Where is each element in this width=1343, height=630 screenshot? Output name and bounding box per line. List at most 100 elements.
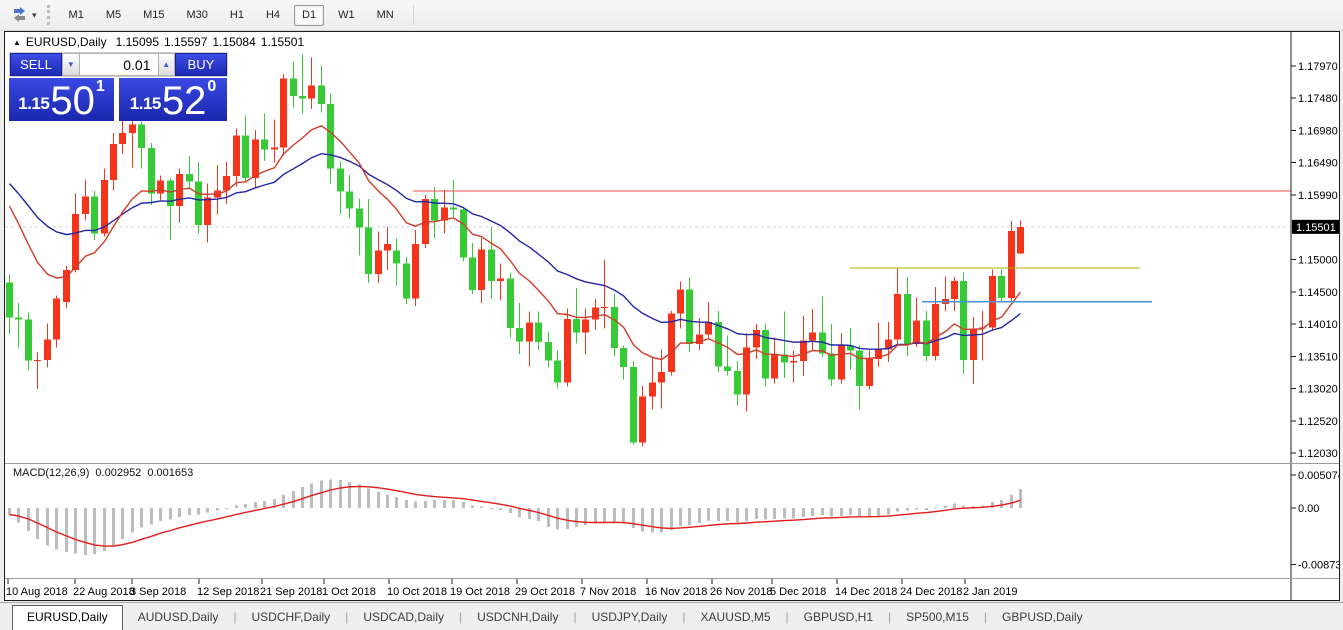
candle-body — [478, 250, 485, 290]
candle-body — [242, 136, 249, 178]
macd-histogram-bar — [896, 508, 899, 511]
macd-histogram-bar — [830, 508, 833, 516]
macd-histogram-bar — [792, 508, 795, 518]
volume-input[interactable] — [80, 53, 158, 76]
macd-histogram-bar — [717, 508, 720, 521]
tab-eurusd-daily[interactable]: EURUSD,Daily — [12, 605, 123, 630]
date-axis-label: 22 Aug 2018 — [73, 586, 135, 598]
price-axis-label: 1.12520 — [1298, 416, 1338, 428]
macd-histogram-bar — [925, 508, 928, 510]
toolbar-dropdown-caret-icon[interactable]: ▾ — [32, 10, 37, 21]
candle-body — [705, 322, 712, 334]
price-axis-label: 1.16980 — [1298, 126, 1338, 138]
macd-histogram-bar — [377, 492, 380, 508]
candle-body — [800, 340, 807, 361]
candle-body — [753, 330, 760, 348]
candle-body — [771, 355, 778, 379]
macd-histogram-bar — [320, 481, 323, 508]
macd-histogram-bar — [660, 508, 663, 533]
macd-histogram-bar — [944, 505, 947, 508]
macd-histogram-bar — [934, 507, 937, 508]
macd-histogram-bar — [915, 508, 918, 509]
candle-body — [308, 86, 315, 99]
macd-histogram-bar — [868, 508, 871, 516]
candle-body — [393, 250, 400, 263]
candle-body — [724, 366, 731, 371]
sell-button[interactable]: SELL — [10, 53, 62, 76]
date-axis-label: 5 Dec 2018 — [770, 586, 826, 598]
candle-body — [573, 319, 580, 333]
chart-collapse-icon[interactable]: ▲ — [13, 38, 21, 47]
timeframe-button-m5[interactable]: M5 — [98, 5, 129, 26]
macd-histogram-bar — [1010, 495, 1013, 508]
candle-body — [469, 258, 476, 291]
buy-price-display[interactable]: 1.15 52 0 — [119, 78, 227, 121]
tab-usdcad-daily[interactable]: USDCAD,Daily — [348, 606, 459, 629]
candle-body — [318, 86, 325, 104]
timeframe-button-m30[interactable]: M30 — [179, 5, 216, 26]
timeframe-button-w1[interactable]: W1 — [330, 5, 363, 26]
price-axis-label: 1.15000 — [1298, 254, 1338, 266]
timeframe-button-mn[interactable]: MN — [369, 5, 402, 26]
date-axis-label: 21 Sep 2018 — [260, 586, 322, 598]
timeframe-button-h1[interactable]: H1 — [222, 5, 252, 26]
candle-body — [346, 192, 353, 209]
candle-body — [44, 340, 51, 360]
buy-price-sup: 0 — [207, 78, 216, 96]
macd-main-value: 0.002952 — [95, 467, 141, 479]
macd-histogram-bar — [358, 485, 361, 508]
tab-gbpusd-h1[interactable]: GBPUSD,H1 — [789, 606, 888, 629]
timeframe-button-m15[interactable]: M15 — [135, 5, 172, 26]
tab-usdjpy-daily[interactable]: USDJPY,Daily — [577, 606, 683, 629]
timeframe-button-d1[interactable]: D1 — [294, 5, 324, 26]
candle-body — [72, 214, 79, 270]
macd-histogram-bar — [764, 508, 767, 520]
candle-body — [167, 181, 174, 206]
chart-symbol-label: EURUSD,Daily — [26, 35, 107, 49]
sell-price-display[interactable]: 1.15 50 1 — [9, 78, 114, 121]
tab-sp500-m15[interactable]: SP500,M15 — [891, 606, 984, 629]
tab-audusd-daily[interactable]: AUDUSD,Daily — [123, 606, 234, 629]
macd-histogram-bar — [414, 502, 417, 509]
candle-body — [554, 360, 561, 382]
macd-histogram-bar — [679, 508, 682, 526]
candle-body — [403, 263, 410, 298]
price-axis-label: 1.12030 — [1298, 448, 1338, 460]
candle-body — [280, 78, 287, 147]
chart-window[interactable]: ▲ EURUSD,Daily 1.15095 1.15597 1.15084 1… — [4, 31, 1340, 601]
timeframe-button-h4[interactable]: H4 — [258, 5, 288, 26]
candle-body — [365, 228, 372, 274]
chart-arrows-icon[interactable] — [8, 5, 32, 25]
toolbar-grip-handle[interactable] — [47, 5, 50, 25]
candle-body — [290, 78, 297, 96]
macd-histogram-bar — [235, 505, 238, 508]
candle-body — [809, 332, 816, 340]
candle-body — [535, 323, 542, 343]
date-axis-label: 7 Nov 2018 — [580, 586, 636, 598]
macd-histogram-bar — [632, 508, 635, 528]
tab-usdcnh-daily[interactable]: USDCNH,Daily — [462, 606, 573, 629]
macd-histogram-bar — [367, 489, 370, 509]
toolbar-separator — [413, 5, 414, 25]
candle-body — [488, 250, 495, 281]
macd-histogram-bar — [471, 505, 474, 508]
date-axis-label: 26 Nov 2018 — [710, 586, 772, 598]
indicator-panel-separator[interactable] — [5, 463, 1339, 464]
buy-button[interactable]: BUY — [175, 53, 227, 76]
tab-xauusd-m5[interactable]: XAUUSD,M5 — [686, 606, 786, 629]
candle-body — [384, 244, 391, 251]
tab-gbpusd-daily[interactable]: GBPUSD,Daily — [987, 606, 1098, 629]
macd-histogram-bar — [547, 508, 550, 527]
candle-body — [564, 319, 571, 383]
candle-body — [658, 372, 665, 382]
candle-body — [790, 361, 797, 362]
volume-increase-button[interactable]: ▲ — [158, 53, 175, 76]
macd-histogram-bar — [670, 508, 673, 530]
timeframe-button-m1[interactable]: M1 — [61, 5, 92, 26]
price-axis-label: 1.16490 — [1298, 157, 1338, 169]
macd-histogram-bar — [906, 508, 909, 511]
tab-usdchf-daily[interactable]: USDCHF,Daily — [237, 606, 346, 629]
candle-body — [375, 250, 382, 273]
volume-decrease-button[interactable]: ▼ — [62, 53, 79, 76]
macd-histogram-bar — [755, 508, 758, 519]
